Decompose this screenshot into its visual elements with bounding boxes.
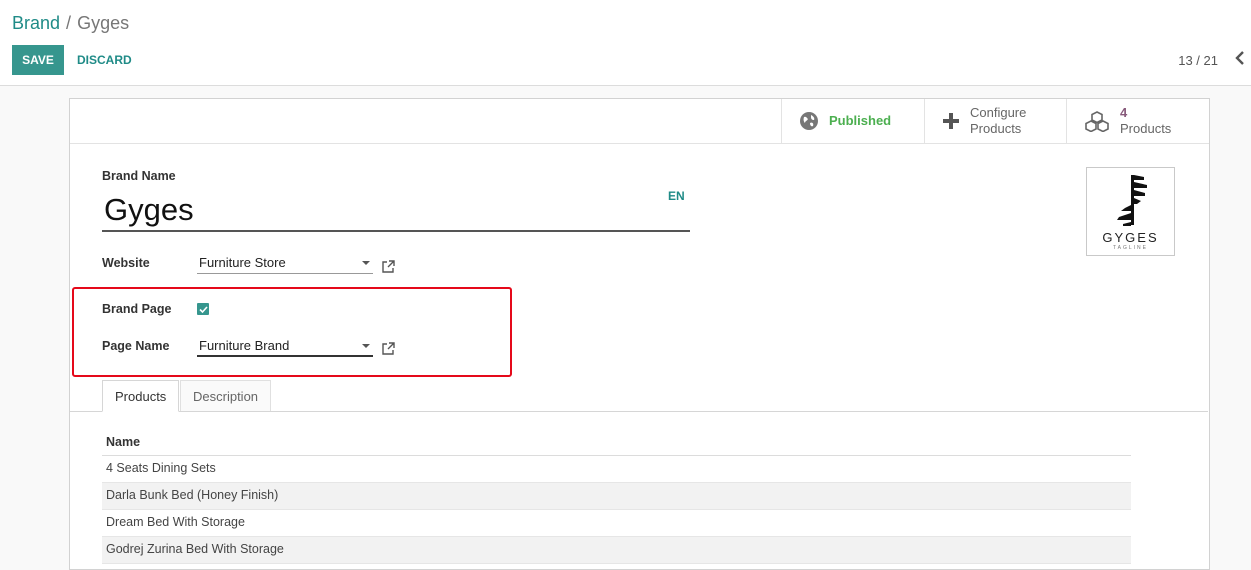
plus-icon <box>943 113 959 129</box>
tab-description[interactable]: Description <box>180 380 272 411</box>
breadcrumb-current: Gyges <box>77 13 130 33</box>
configure-label-line2: Products <box>970 121 1022 136</box>
brand-name-input[interactable]: Gyges <box>102 190 690 232</box>
published-label: Published <box>829 113 892 128</box>
products-count-button[interactable]: 4 Products <box>1066 99 1210 143</box>
notebook-tabs: Products Description <box>70 380 1208 412</box>
breadcrumb: Brand / Gyges <box>12 13 129 34</box>
logo-tagline: TAGLINE <box>1112 245 1149 251</box>
breadcrumb-separator: / <box>66 13 72 33</box>
globe-icon <box>800 112 818 130</box>
configure-products-button[interactable]: Configure Products <box>924 99 1067 143</box>
page-name-select[interactable]: Furniture Brand <box>197 337 373 357</box>
tab-products[interactable]: Products <box>102 380 180 412</box>
chevron-left-icon[interactable] <box>1235 51 1245 70</box>
website-value: Furniture Store <box>199 255 286 270</box>
published-button[interactable]: Published <box>781 99 924 143</box>
discard-button[interactable]: DISCARD <box>69 45 140 75</box>
caret-down-icon <box>362 344 370 348</box>
external-link-icon[interactable] <box>382 260 395 276</box>
brand-logo[interactable]: GYGES TAGLINE <box>1086 167 1175 256</box>
control-panel: Brand / Gyges SAVE DISCARD 13 / 21 <box>0 0 1251 86</box>
website-label: Website <box>102 256 150 270</box>
save-button[interactable]: SAVE <box>12 45 64 75</box>
brand-page-checkbox[interactable] <box>197 303 209 315</box>
brand-name-label: Brand Name <box>102 169 176 183</box>
table-row[interactable]: Dream Bed With Storage <box>102 510 1131 537</box>
products-count-label: Products <box>1120 121 1172 136</box>
breadcrumb-brand-link[interactable]: Brand <box>12 13 60 33</box>
highlight-box <box>72 287 512 377</box>
logo-word: GYGES <box>1102 230 1159 245</box>
external-link-icon[interactable] <box>382 342 395 358</box>
table-row[interactable]: 4 Seats Dining Sets <box>102 456 1131 483</box>
website-select[interactable]: Furniture Store <box>197 254 373 274</box>
cubes-icon <box>1085 111 1109 132</box>
brand-page-label: Brand Page <box>102 302 172 316</box>
products-count: 4 <box>1120 105 1128 120</box>
page-name-value: Furniture Brand <box>199 338 290 353</box>
products-table: Name 4 Seats Dining Sets Darla Bunk Bed … <box>102 430 1131 564</box>
configure-label-line1: Configure <box>970 105 1027 120</box>
language-button[interactable]: EN <box>668 189 685 203</box>
pager-value[interactable]: 13 / 21 <box>1178 53 1218 68</box>
button-box: Published Configure Products 4 Products <box>70 99 1209 144</box>
table-row[interactable]: Godrej Zurina Bed With Storage <box>102 537 1131 564</box>
caret-down-icon <box>362 261 370 265</box>
column-header-name[interactable]: Name <box>102 430 1131 456</box>
table-row[interactable]: Darla Bunk Bed (Honey Finish) <box>102 483 1131 510</box>
check-icon <box>198 305 208 313</box>
page-name-label: Page Name <box>102 339 170 353</box>
staircase-logo-icon <box>1117 175 1147 226</box>
